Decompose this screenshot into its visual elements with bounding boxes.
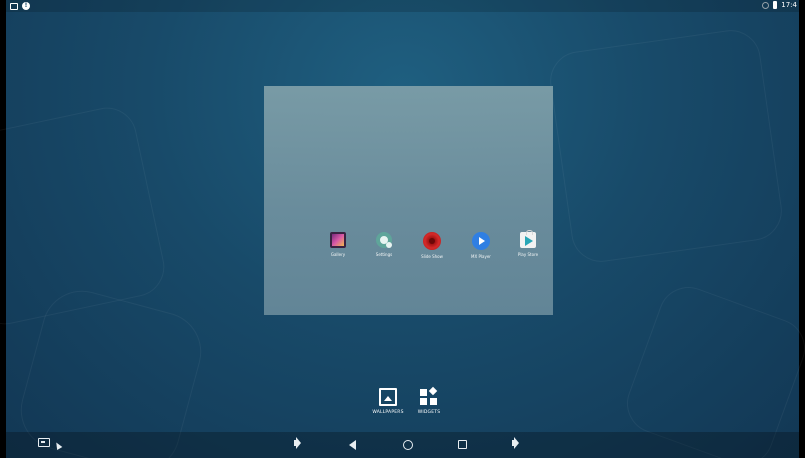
app-play-store[interactable]: Play Store: [508, 230, 548, 257]
widgets-button[interactable]: WIDGETS: [407, 386, 451, 415]
app-gallery[interactable]: Gallery: [318, 230, 358, 257]
gallery-icon: [330, 232, 346, 248]
mx-player-icon: [472, 232, 490, 250]
home-screen-preview[interactable]: [264, 86, 553, 315]
volume-up-icon[interactable]: [512, 440, 516, 446]
widgets-icon: [420, 386, 438, 406]
app-label: MX Player: [471, 254, 491, 259]
navigation-bar: [6, 432, 799, 458]
app-row: Gallery Settings Slide Show MX Player Pl…: [318, 230, 558, 270]
status-time: 17:4: [781, 1, 797, 9]
widgets-icon-block: [420, 398, 427, 405]
info-icon: !: [22, 2, 30, 10]
back-icon[interactable]: [349, 440, 356, 450]
app-mx-player[interactable]: MX Player: [461, 230, 501, 259]
app-settings[interactable]: Settings: [364, 230, 404, 257]
app-slide-show[interactable]: Slide Show: [412, 230, 452, 259]
cursor-icon: [53, 440, 63, 451]
volume-down-icon[interactable]: [294, 440, 298, 446]
right-bezel: [799, 0, 805, 458]
widgets-icon-block: [430, 398, 437, 405]
battery-icon: [773, 1, 778, 9]
status-left-icons: !: [10, 2, 30, 10]
home-icon[interactable]: [403, 440, 413, 450]
settings-icon: [376, 232, 392, 248]
status-bar: ! 17:4: [6, 0, 799, 12]
app-label: Slide Show: [421, 254, 443, 259]
app-label: Settings: [375, 252, 393, 257]
screen-capture-icon: [10, 2, 18, 10]
status-right-icons: 17:4: [762, 1, 797, 9]
slideshow-icon: [423, 232, 441, 250]
widgets-label: WIDGETS: [417, 410, 441, 415]
play-store-icon: [520, 230, 536, 248]
widgets-icon-block: [428, 386, 438, 396]
wallpapers-button[interactable]: WALLPAPERS: [366, 388, 410, 415]
wallpaper-shape: [546, 26, 786, 266]
wifi-icon: [762, 1, 770, 9]
widgets-icon-block: [420, 389, 427, 396]
recent-apps-icon[interactable]: [458, 440, 467, 449]
app-label: Gallery: [330, 252, 346, 257]
screenshot-icon[interactable]: [38, 438, 50, 447]
wallpaper-icon: [379, 388, 397, 406]
wallpapers-label: WALLPAPERS: [372, 410, 404, 415]
app-label: Play Store: [517, 252, 539, 257]
